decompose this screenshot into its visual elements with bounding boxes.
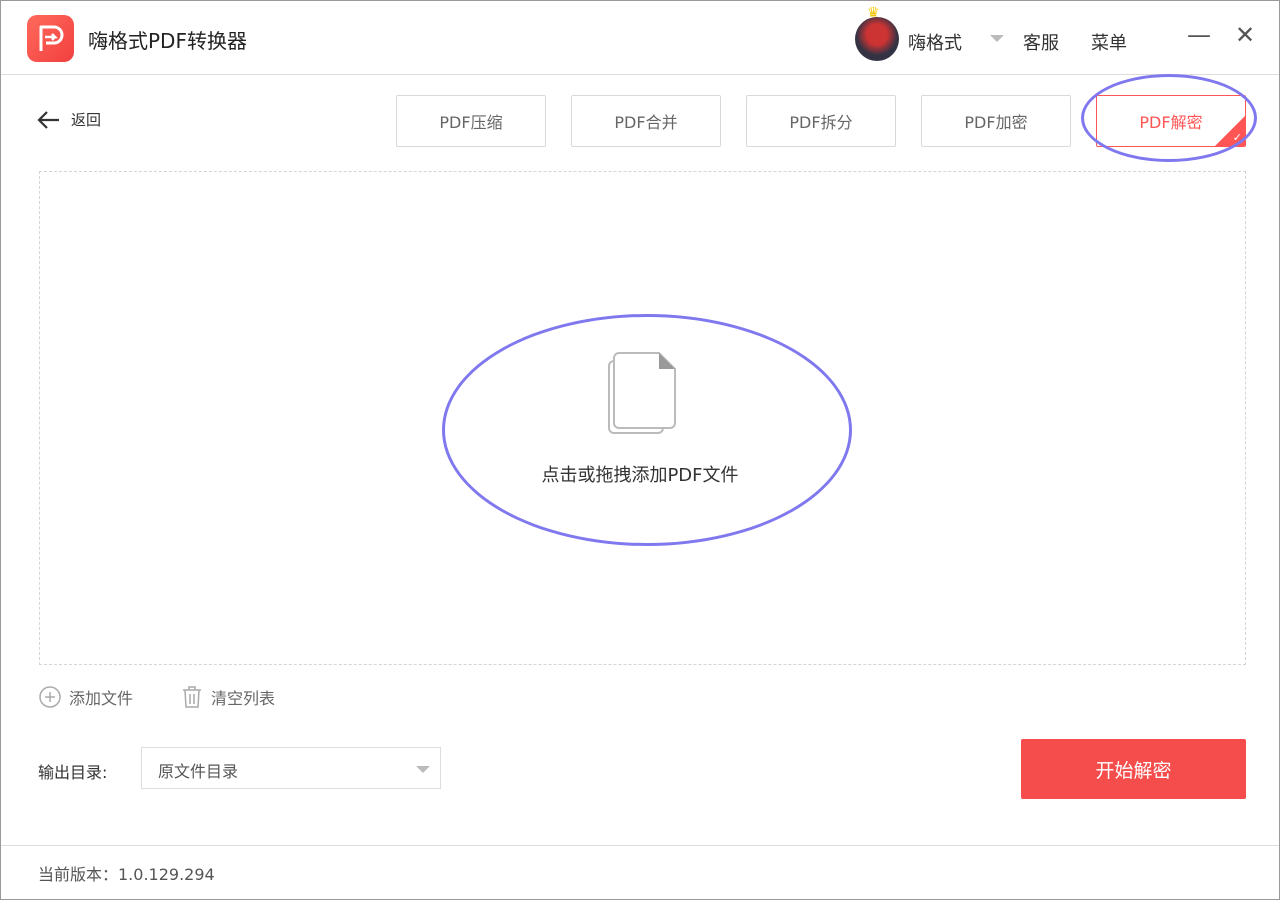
tab-pdf-decrypt[interactable]: PDF解密 ✓	[1096, 95, 1246, 147]
tab-pdf-split[interactable]: PDF拆分	[746, 95, 896, 147]
trash-icon	[181, 685, 203, 709]
avatar[interactable]	[855, 17, 899, 61]
start-decrypt-button[interactable]: 开始解密	[1021, 739, 1246, 799]
app-window: 嗨格式PDF转换器 ♛ 嗨格式 客服 菜单 — ✕ 返回 PDF压缩 PDF合并…	[0, 0, 1280, 900]
add-file-label: 添加文件	[69, 685, 133, 709]
username[interactable]: 嗨格式	[908, 29, 962, 55]
output-dir-value: 原文件目录	[158, 762, 238, 781]
close-button[interactable]: ✕	[1235, 21, 1255, 49]
chevron-down-icon[interactable]	[990, 35, 1004, 42]
tab-label: PDF加密	[964, 109, 1027, 133]
version-text: 当前版本：1.0.129.294	[38, 861, 215, 885]
tab-pdf-encrypt[interactable]: PDF加密	[921, 95, 1071, 147]
back-label: 返回	[71, 109, 101, 130]
tab-label: PDF压缩	[439, 109, 502, 133]
arrow-left-icon	[37, 110, 61, 130]
tab-label: PDF解密	[1139, 109, 1202, 133]
check-icon: ✓	[1233, 131, 1242, 144]
output-dir-select[interactable]: 原文件目录	[141, 747, 441, 789]
clear-list-button[interactable]: 清空列表	[181, 685, 275, 709]
menu-link[interactable]: 菜单	[1091, 29, 1127, 55]
tab-pdf-compress[interactable]: PDF压缩	[396, 95, 546, 147]
drop-zone-text: 点击或拖拽添加PDF文件	[1, 461, 1279, 487]
app-logo-icon	[27, 15, 74, 62]
clear-list-label: 清空列表	[211, 685, 275, 709]
tab-pdf-merge[interactable]: PDF合并	[571, 95, 721, 147]
plus-circle-icon	[39, 686, 61, 708]
file-icon	[607, 351, 679, 437]
title-bar: 嗨格式PDF转换器 ♛ 嗨格式 客服 菜单 — ✕	[1, 1, 1279, 75]
tab-label: PDF拆分	[789, 109, 852, 133]
app-title: 嗨格式PDF转换器	[88, 25, 247, 54]
add-file-button[interactable]: 添加文件	[39, 685, 133, 709]
crown-icon: ♛	[867, 5, 880, 21]
output-dir-label: 输出目录:	[38, 759, 107, 783]
minimize-button[interactable]: —	[1187, 21, 1211, 49]
back-button[interactable]: 返回	[37, 109, 101, 130]
chevron-down-icon	[416, 766, 430, 773]
tab-label: PDF合并	[614, 109, 677, 133]
support-link[interactable]: 客服	[1023, 29, 1059, 55]
